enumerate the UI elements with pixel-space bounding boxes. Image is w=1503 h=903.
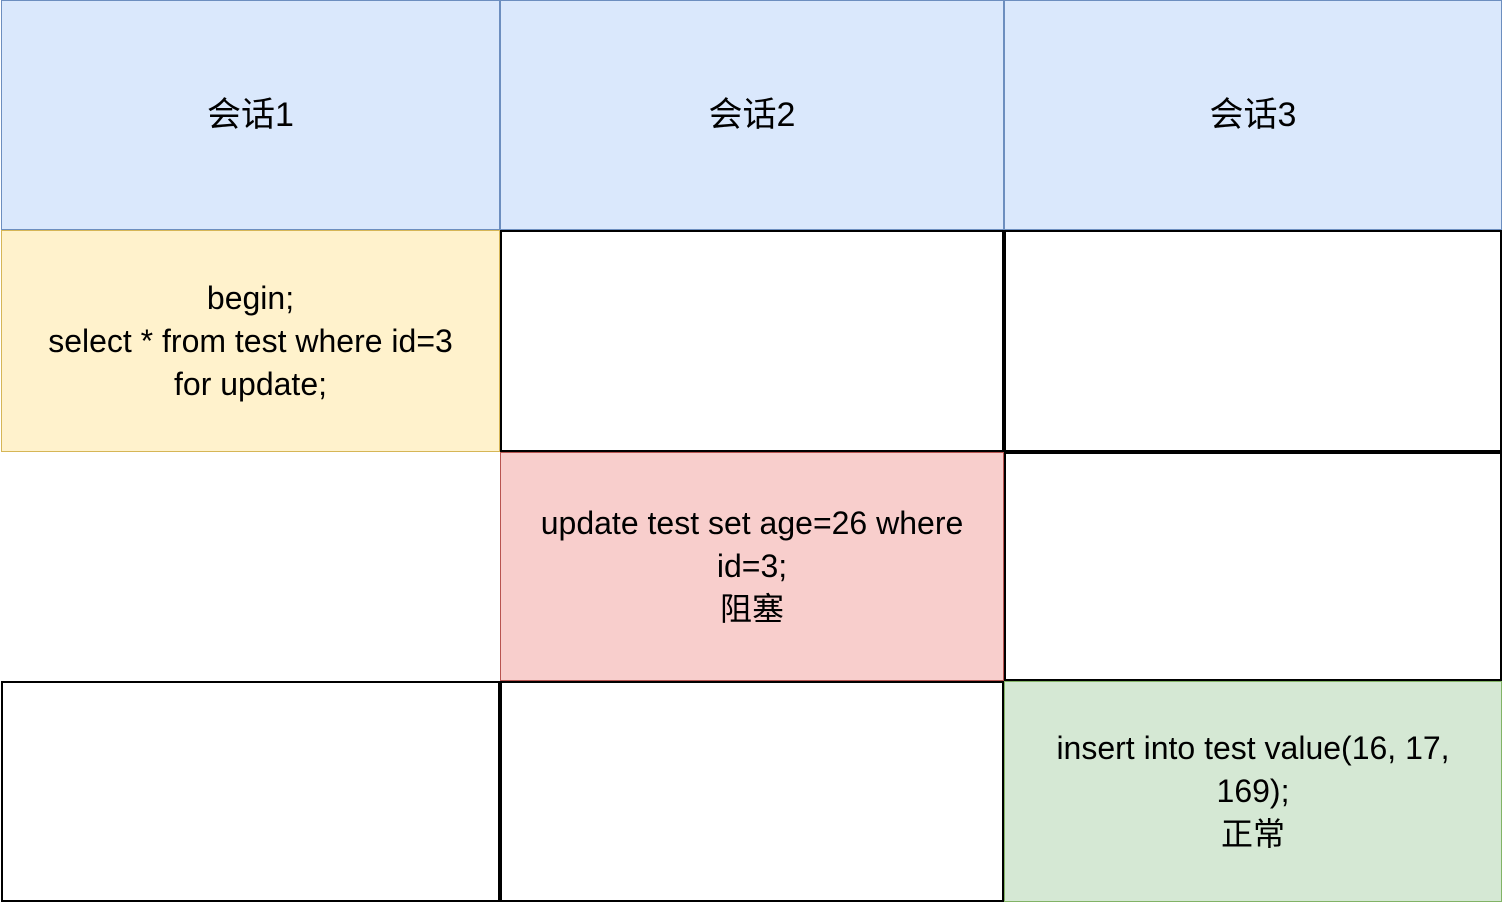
step3-session3-cell: insert into test value(16, 17, 169); 正常	[1004, 681, 1502, 902]
step1-session1-sql: begin; select * from test where id=3 for…	[48, 279, 453, 402]
step3-session3-sql: insert into test value(16, 17, 169); 正常	[1056, 730, 1450, 852]
session-timeline-table: 会话1 会话2 会话3 begin; select * from test wh…	[0, 0, 1503, 903]
step1-session1-cell: begin; select * from test where id=3 for…	[1, 230, 500, 452]
step2-session3-cell	[1004, 452, 1502, 681]
header-session-1-label: 会话1	[207, 95, 294, 134]
step2-session1-cell	[1, 452, 500, 681]
header-session-3: 会话3	[1004, 0, 1502, 230]
header-session-3-label: 会话3	[1209, 95, 1297, 134]
step1-session3-cell	[1004, 230, 1502, 452]
step2-session2-sql: update test set age=26 where id=3; 阻塞	[540, 505, 964, 627]
header-session-1: 会话1	[1, 0, 500, 230]
step3-session1-cell	[1, 681, 500, 902]
step1-session2-cell	[500, 230, 1004, 452]
header-session-2: 会话2	[500, 0, 1004, 230]
step3-session2-cell	[500, 681, 1004, 902]
header-session-2-label: 会话2	[708, 95, 796, 134]
step2-session2-cell: update test set age=26 where id=3; 阻塞	[500, 452, 1004, 681]
